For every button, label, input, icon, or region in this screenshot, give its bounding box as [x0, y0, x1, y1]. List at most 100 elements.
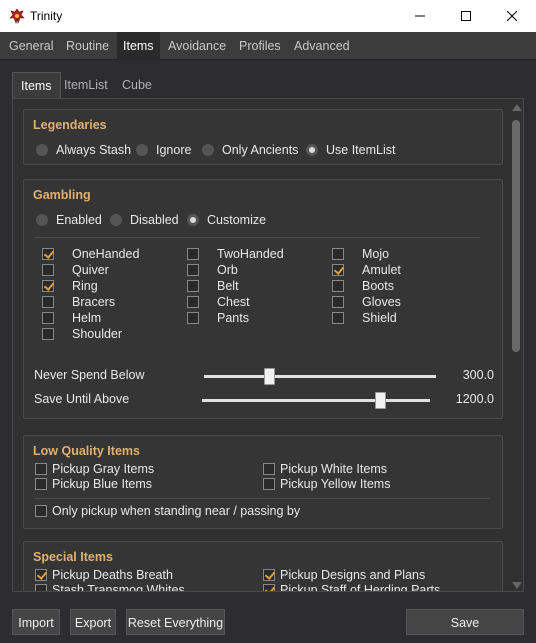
checkbox[interactable] [42, 264, 54, 276]
maximize-button[interactable] [443, 0, 489, 32]
radio-label: Always Stash [56, 143, 132, 157]
subtab-cube[interactable]: Cube [114, 72, 160, 98]
tab-advanced[interactable]: Advanced [288, 32, 356, 60]
check-label: Mojo [362, 247, 390, 261]
checkbox[interactable] [263, 478, 275, 490]
check-label: Shoulder [72, 327, 123, 341]
subtab-itemlist[interactable]: ItemList [56, 72, 116, 98]
check-label: Helm [72, 311, 102, 325]
close-icon [507, 11, 517, 21]
gambling-title: Gambling [33, 188, 91, 202]
radio-dot [136, 144, 148, 156]
gambling-divider [34, 237, 480, 238]
trinity-app-icon [9, 8, 25, 24]
checkbox[interactable] [263, 463, 275, 475]
check-label: Bracers [72, 295, 116, 309]
slider-thumb[interactable] [263, 368, 275, 385]
slider-thumb[interactable] [374, 392, 386, 409]
low-quality-group: Low Quality Items Pickup Gray Items Pick… [23, 435, 503, 529]
slider-track[interactable] [204, 375, 436, 378]
checkbox[interactable] [187, 296, 199, 308]
slider-track[interactable] [202, 399, 430, 402]
minimize-button[interactable] [397, 0, 443, 32]
scroll-down-icon[interactable] [512, 582, 522, 589]
slider-value: 1200.0 [455, 392, 494, 406]
tab-profiles[interactable]: Profiles [233, 32, 287, 60]
check-label: Chest [217, 295, 250, 309]
check-label: Boots [362, 279, 394, 293]
checkbox[interactable] [263, 584, 275, 591]
check-label: Gloves [362, 295, 401, 309]
low-quality-divider [34, 498, 490, 499]
check-label: TwoHanded [217, 247, 284, 261]
checkbox[interactable] [187, 264, 199, 276]
legendaries-group: Legendaries Always Stash Ignore Only Anc… [23, 109, 503, 165]
check-label: Stash Transmog Whites [52, 583, 185, 592]
import-button[interactable]: Import [12, 609, 60, 635]
checkbox[interactable] [332, 248, 344, 260]
check-label: Pickup Deaths Breath [52, 568, 173, 582]
checkbox[interactable] [35, 505, 47, 517]
tab-routine[interactable]: Routine [60, 32, 115, 60]
scroll-thumb[interactable] [512, 120, 520, 352]
slider-label: Save Until Above [34, 392, 130, 406]
radio-label: Disabled [130, 213, 179, 227]
check-label: Shield [362, 311, 397, 325]
checkbox[interactable] [187, 280, 199, 292]
check-label: Pickup Yellow Items [280, 477, 391, 491]
radio-label: Enabled [56, 213, 102, 227]
checkbox[interactable] [35, 584, 47, 591]
checkbox[interactable] [42, 248, 54, 260]
checkbox[interactable] [35, 478, 47, 490]
close-button[interactable] [489, 0, 535, 32]
vertical-scrollbar[interactable] [508, 104, 524, 594]
check-label: Pickup Blue Items [52, 477, 153, 491]
checkbox[interactable] [263, 569, 275, 581]
checkbox[interactable] [332, 312, 344, 324]
radio-dot [36, 144, 48, 156]
tab-general[interactable]: General [3, 32, 59, 60]
subtab-items[interactable]: Items [12, 72, 61, 98]
tab-avoidance[interactable]: Avoidance [162, 32, 232, 60]
export-button[interactable]: Export [70, 609, 116, 635]
checkbox[interactable] [35, 463, 47, 475]
bottom-bar: Import Export Reset Everything Save [0, 600, 536, 643]
radio-dot [187, 214, 199, 226]
reset-everything-button[interactable]: Reset Everything [126, 609, 225, 635]
check-label: Pants [217, 311, 249, 325]
check-label: Pickup White Items [280, 462, 387, 476]
radio-dot [306, 144, 318, 156]
checkbox[interactable] [187, 312, 199, 324]
maximize-icon [461, 11, 471, 21]
checkbox[interactable] [187, 248, 199, 260]
checkbox[interactable] [42, 328, 54, 340]
tab-items[interactable]: Items [117, 32, 160, 60]
radio-label: Ignore [156, 143, 192, 157]
checkbox[interactable] [42, 296, 54, 308]
scroll-up-icon[interactable] [512, 104, 522, 111]
save-button[interactable]: Save [406, 609, 524, 635]
checkbox[interactable] [332, 280, 344, 292]
title-bar: Trinity [0, 0, 536, 32]
check-label: Pickup Staff of Herding Parts [280, 583, 441, 592]
items-panel: Legendaries Always Stash Ignore Only Anc… [12, 98, 524, 592]
check-label: Pickup Gray Items [52, 462, 155, 476]
checkbox[interactable] [332, 296, 344, 308]
low-quality-title: Low Quality Items [33, 444, 140, 458]
content-area: Items ItemList Cube Legendaries Always S… [0, 60, 536, 643]
radio-label: Customize [207, 213, 267, 227]
check-label: OneHanded [72, 247, 140, 261]
checkbox[interactable] [332, 264, 344, 276]
checkbox[interactable] [35, 569, 47, 581]
minimize-icon [415, 15, 425, 17]
save-until-above-slider[interactable]: Save Until Above 1200.0 [34, 390, 494, 410]
check-label: Orb [217, 263, 238, 277]
legendaries-title: Legendaries [33, 118, 107, 132]
radio-dot [110, 214, 122, 226]
check-label: Only pickup when standing near / passing… [52, 504, 301, 518]
checkbox[interactable] [42, 312, 54, 324]
slider-value: 300.0 [462, 368, 494, 382]
window-title: Trinity [30, 9, 63, 23]
never-spend-below-slider[interactable]: Never Spend Below 300.0 [34, 366, 494, 386]
checkbox[interactable] [42, 280, 54, 292]
